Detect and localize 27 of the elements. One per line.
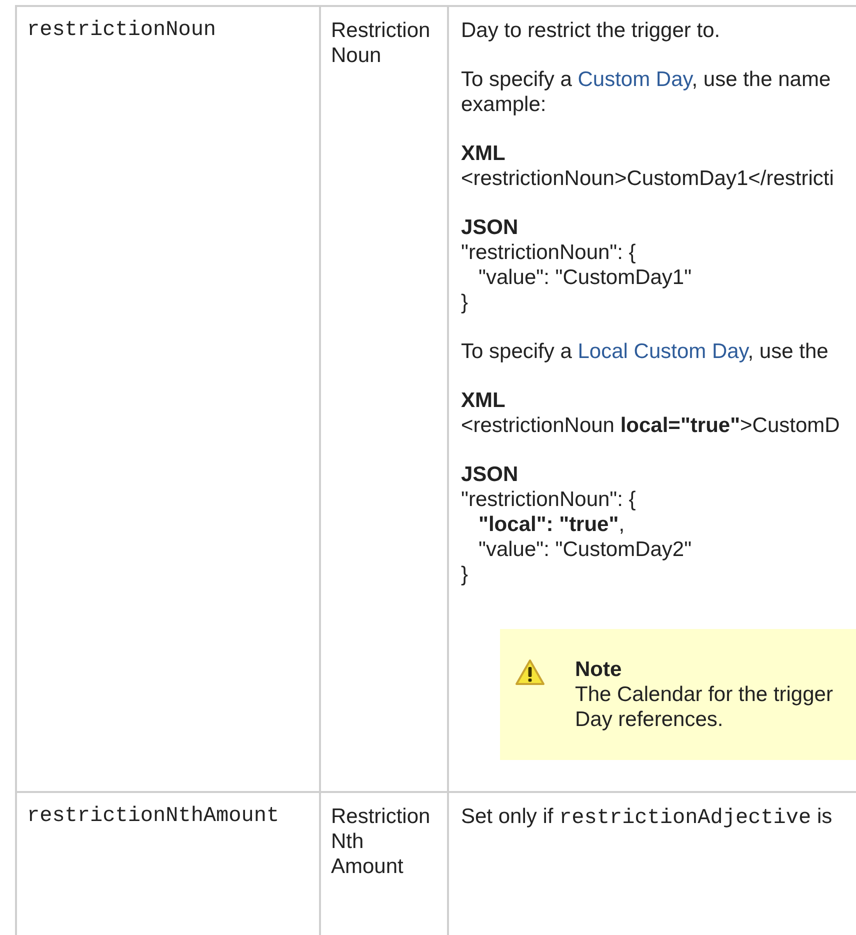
code-line: "restrictionNoun": {: [461, 240, 637, 265]
code-heading: XML: [461, 388, 506, 413]
code-line: <restrictionNoun local="true">CustomD: [461, 413, 841, 438]
code-line: }: [461, 290, 470, 315]
link[interactable]: Custom Day: [578, 68, 692, 91]
code-heading: JSON: [461, 462, 520, 487]
description-text: Set only if restrictionAdjective is: [461, 804, 834, 831]
code-line: <restrictionNoun>CustomDay1</restricti: [461, 166, 835, 191]
code-term: restrictionAdjective: [559, 807, 812, 830]
code-line: "local": "true",: [478, 512, 626, 537]
description-text: To specify a Local Custom Day, use the: [461, 339, 830, 364]
note-title: Note: [575, 657, 623, 682]
parameter-name: restrictionNoun: [15, 7, 319, 791]
code-heading: JSON: [461, 215, 520, 240]
link[interactable]: Local Custom Day: [578, 340, 748, 363]
description-text: Day to restrict the trigger to.: [461, 18, 722, 43]
code-line: "value": "CustomDay1": [478, 265, 693, 290]
field-label: Restriction Noun: [331, 18, 432, 68]
code-heading: XML: [461, 141, 506, 166]
code-line: }: [461, 562, 470, 587]
description-text: To specify a Custom Day, use the name example:: [461, 67, 832, 117]
code-line: "restrictionNoun": {: [461, 487, 637, 512]
parameter-name: restrictionNthAmount: [15, 793, 319, 935]
field-label: Restriction Nth Amount: [331, 804, 432, 879]
note-text: The Calendar for the trigger Day references.: [575, 682, 833, 732]
warning-icon: [515, 659, 545, 686]
code-line: "value": "CustomDay2": [478, 537, 693, 562]
